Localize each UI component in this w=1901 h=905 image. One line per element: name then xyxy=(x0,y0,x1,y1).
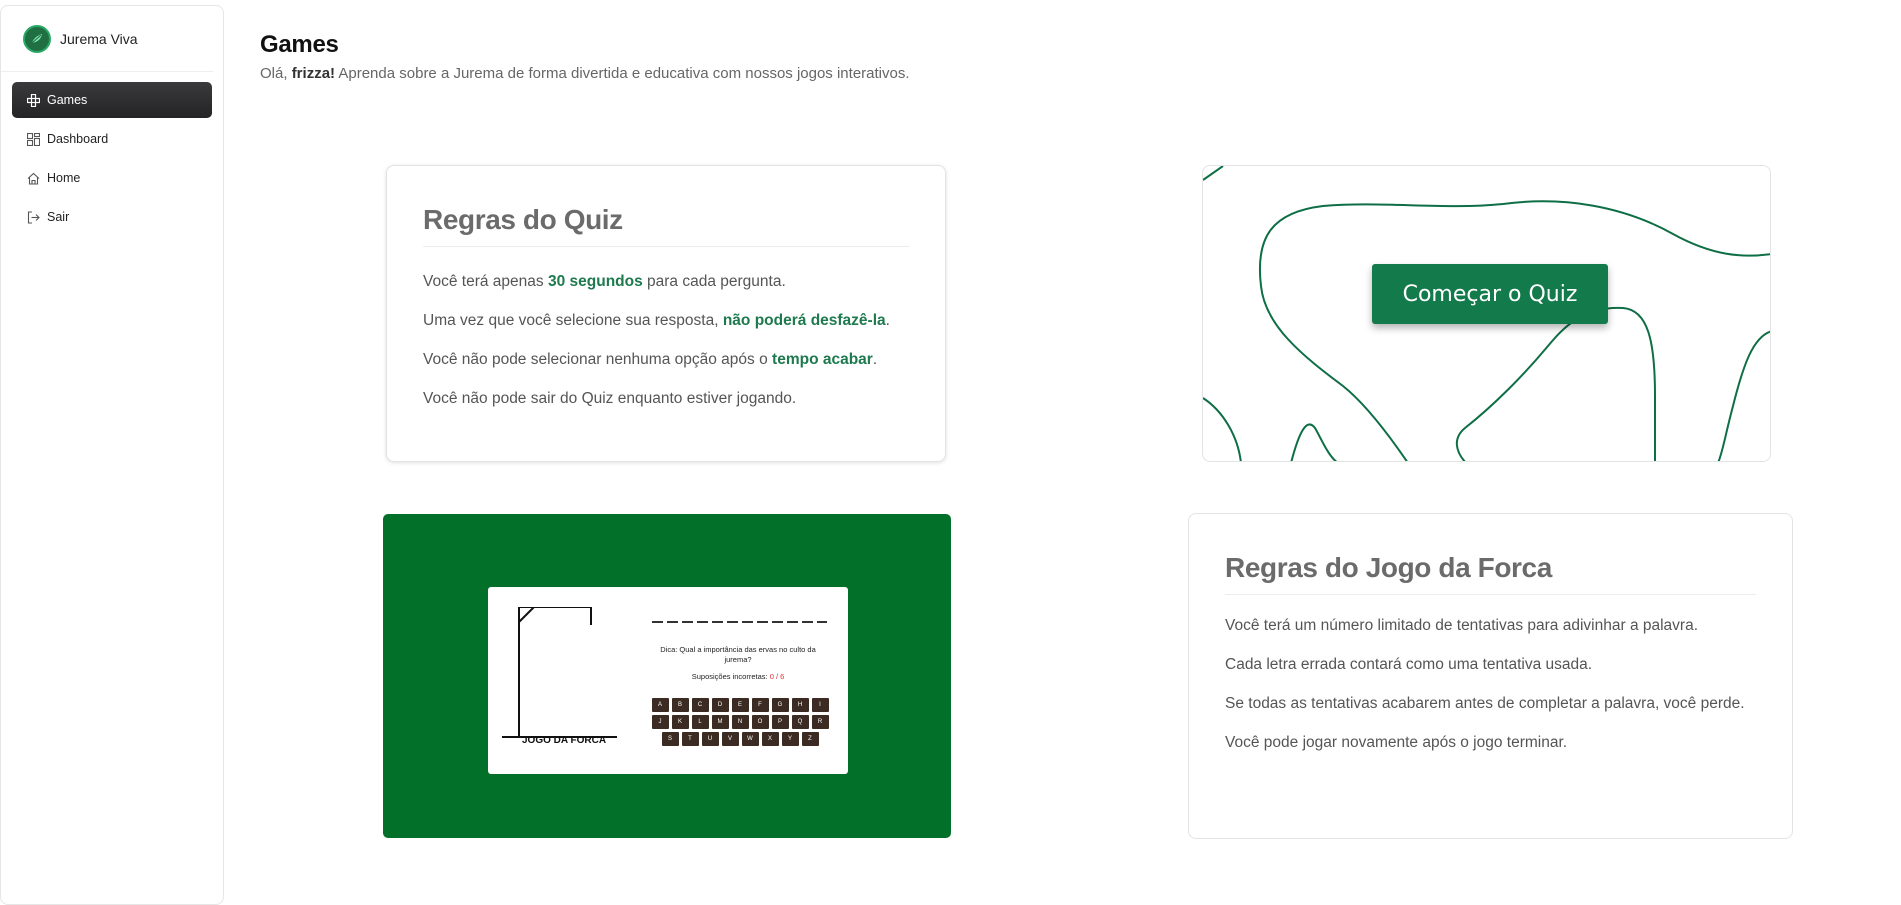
rule-text: . xyxy=(872,351,878,368)
key: S xyxy=(661,732,679,746)
sidebar-item-label: Dashboard xyxy=(47,132,109,146)
keyboard-row: ABCDEFGHI xyxy=(650,698,830,712)
logout-icon xyxy=(25,209,41,225)
key: Y xyxy=(781,732,799,746)
key: K xyxy=(671,715,689,729)
forca-rule: Se todas as tentativas acabarem antes de… xyxy=(1225,695,1745,712)
logo-icon xyxy=(23,24,51,53)
rule-text: Você não pode selecionar nenhuma opção a… xyxy=(423,351,768,368)
start-quiz-button[interactable]: Começar o Quiz xyxy=(1372,264,1608,324)
hangman-title: JOGO DA FORCA xyxy=(522,735,607,746)
guesses-value: 0 / 6 xyxy=(769,672,785,681)
sidebar-item-label: Games xyxy=(47,93,88,107)
page-header: Games Olá, frizza! Aprenda sobre a Jurem… xyxy=(260,31,910,82)
key: M xyxy=(711,715,729,729)
key: X xyxy=(761,732,779,746)
key: E xyxy=(731,698,749,712)
hangman-guesses: Suposições incorretas: 0 / 6 xyxy=(648,672,828,681)
brand[interactable]: Jurema Viva xyxy=(1,6,213,72)
key: F xyxy=(751,698,769,712)
key: C xyxy=(691,698,709,712)
keyboard-row: STUVWXYZ xyxy=(650,732,830,746)
greeting-text: Aprenda sobre a Jurema de forma divertid… xyxy=(338,65,910,82)
forca-rule: Você pode jogar novamente após o jogo te… xyxy=(1225,734,1568,751)
hangman-game-tile[interactable]: JOGO DA FORCA Dica: Qual a importância d… xyxy=(383,514,951,838)
rule-text: Uma vez que você selecione sua resposta, xyxy=(423,312,719,329)
forca-rules-card: Regras do Jogo da Forca Você terá um núm… xyxy=(1188,513,1793,839)
quiz-rules-title: Regras do Quiz xyxy=(423,204,909,247)
guesses-label: Suposições incorretas: xyxy=(691,672,768,681)
rule-text: para cada pergunta. xyxy=(647,273,786,290)
hangman-preview[interactable]: JOGO DA FORCA Dica: Qual a importância d… xyxy=(488,587,848,774)
quiz-rule: Você terá apenas 30 segundos para cada p… xyxy=(423,267,909,296)
key: A xyxy=(651,698,669,712)
sidebar-item-dashboard[interactable]: Dashboard xyxy=(12,121,212,157)
key: T xyxy=(681,732,699,746)
quiz-rules-card: Regras do Quiz Você terá apenas 30 segun… xyxy=(386,165,946,462)
forca-rule: Você terá um número limitado de tentativ… xyxy=(1225,617,1699,634)
key: V xyxy=(721,732,739,746)
rule-text: Você terá apenas xyxy=(423,273,544,290)
sidebar-item-label: Sair xyxy=(47,210,70,224)
quiz-rule: Uma vez que você selecione sua resposta,… xyxy=(423,306,909,335)
key: H xyxy=(791,698,809,712)
quiz-rule: Você não pode selecionar nenhuma opção a… xyxy=(423,345,909,374)
key: R xyxy=(811,715,829,729)
greeting-prefix: Olá, xyxy=(260,65,288,82)
key: B xyxy=(671,698,689,712)
key: W xyxy=(741,732,759,746)
key: U xyxy=(701,732,719,746)
key: Z xyxy=(801,732,819,746)
sidebar-item-home[interactable]: Home xyxy=(12,160,212,196)
key: P xyxy=(771,715,789,729)
sidebar-nav: Games Dashboard Home Sair xyxy=(1,72,223,248)
rule-text: Você não pode sair do Quiz enquanto esti… xyxy=(423,390,797,407)
rule-highlight: tempo acabar xyxy=(772,351,873,368)
brand-name: Jurema Viva xyxy=(60,30,138,47)
quiz-rule: Você não pode sair do Quiz enquanto esti… xyxy=(423,384,909,413)
rule-highlight: não poderá desfazê-la xyxy=(722,312,886,329)
word-placeholder xyxy=(652,621,827,623)
key: J xyxy=(651,715,669,729)
home-icon xyxy=(25,170,41,186)
key: L xyxy=(691,715,709,729)
keyboard-row: JKLMNOPQR xyxy=(650,715,830,729)
sidebar-item-sair[interactable]: Sair xyxy=(12,199,212,235)
sidebar: Jurema Viva Games Dashboard Home Sair xyxy=(0,5,224,905)
page-title: Games xyxy=(260,31,339,58)
sidebar-item-label: Home xyxy=(47,171,81,185)
page-subtitle: Olá, frizza! Aprenda sobre a Jurema de f… xyxy=(260,65,910,82)
hangman-keyboard: ABCDEFGHI JKLMNOPQR STUVWXYZ xyxy=(650,698,830,749)
key: D xyxy=(711,698,729,712)
gamepad-icon xyxy=(25,92,41,108)
hangman-hint: Dica: Qual a importância das ervas no cu… xyxy=(660,645,816,664)
forca-rules-title: Regras do Jogo da Forca xyxy=(1225,552,1756,595)
key: Q xyxy=(791,715,809,729)
rule-text: . xyxy=(885,312,890,329)
key: O xyxy=(751,715,769,729)
sidebar-item-games[interactable]: Games xyxy=(12,82,212,118)
forca-rule: Cada letra errada contará como uma tenta… xyxy=(1225,656,1593,673)
rule-highlight: 30 segundos xyxy=(547,273,643,290)
key: I xyxy=(811,698,829,712)
quiz-start-card: Começar o Quiz xyxy=(1202,165,1771,462)
key: N xyxy=(731,715,749,729)
username: frizza! xyxy=(291,65,336,82)
grid-icon xyxy=(25,131,41,147)
key: G xyxy=(771,698,789,712)
